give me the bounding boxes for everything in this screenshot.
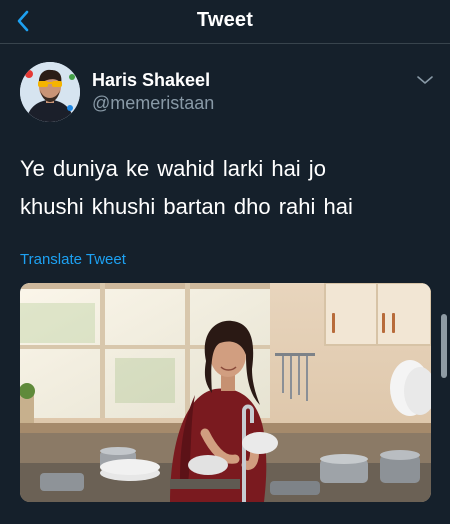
tweet-text-line: Ye duniya ke wahid larki hai jo [20, 156, 326, 181]
top-bar: Tweet [0, 0, 450, 44]
kitchen-photo [20, 283, 431, 502]
avatar[interactable] [20, 62, 80, 122]
author-handle[interactable]: @memeristaan [92, 93, 214, 114]
tweet-media-image[interactable] [20, 283, 431, 502]
tweet-text-line: khushi khushi bartan dho rahi hai [20, 194, 353, 219]
page-title: Tweet [196, 9, 254, 31]
scrollbar[interactable] [441, 314, 447, 378]
avatar-image [20, 62, 80, 122]
tweet-text: Ye duniya ke wahid larki hai jo khushi k… [20, 150, 430, 226]
chevron-down-icon [417, 76, 433, 84]
tweet-menu-button[interactable] [414, 72, 436, 88]
author-name[interactable]: Haris Shakeel [92, 70, 210, 91]
translate-tweet-link[interactable]: Translate Tweet [20, 251, 126, 268]
